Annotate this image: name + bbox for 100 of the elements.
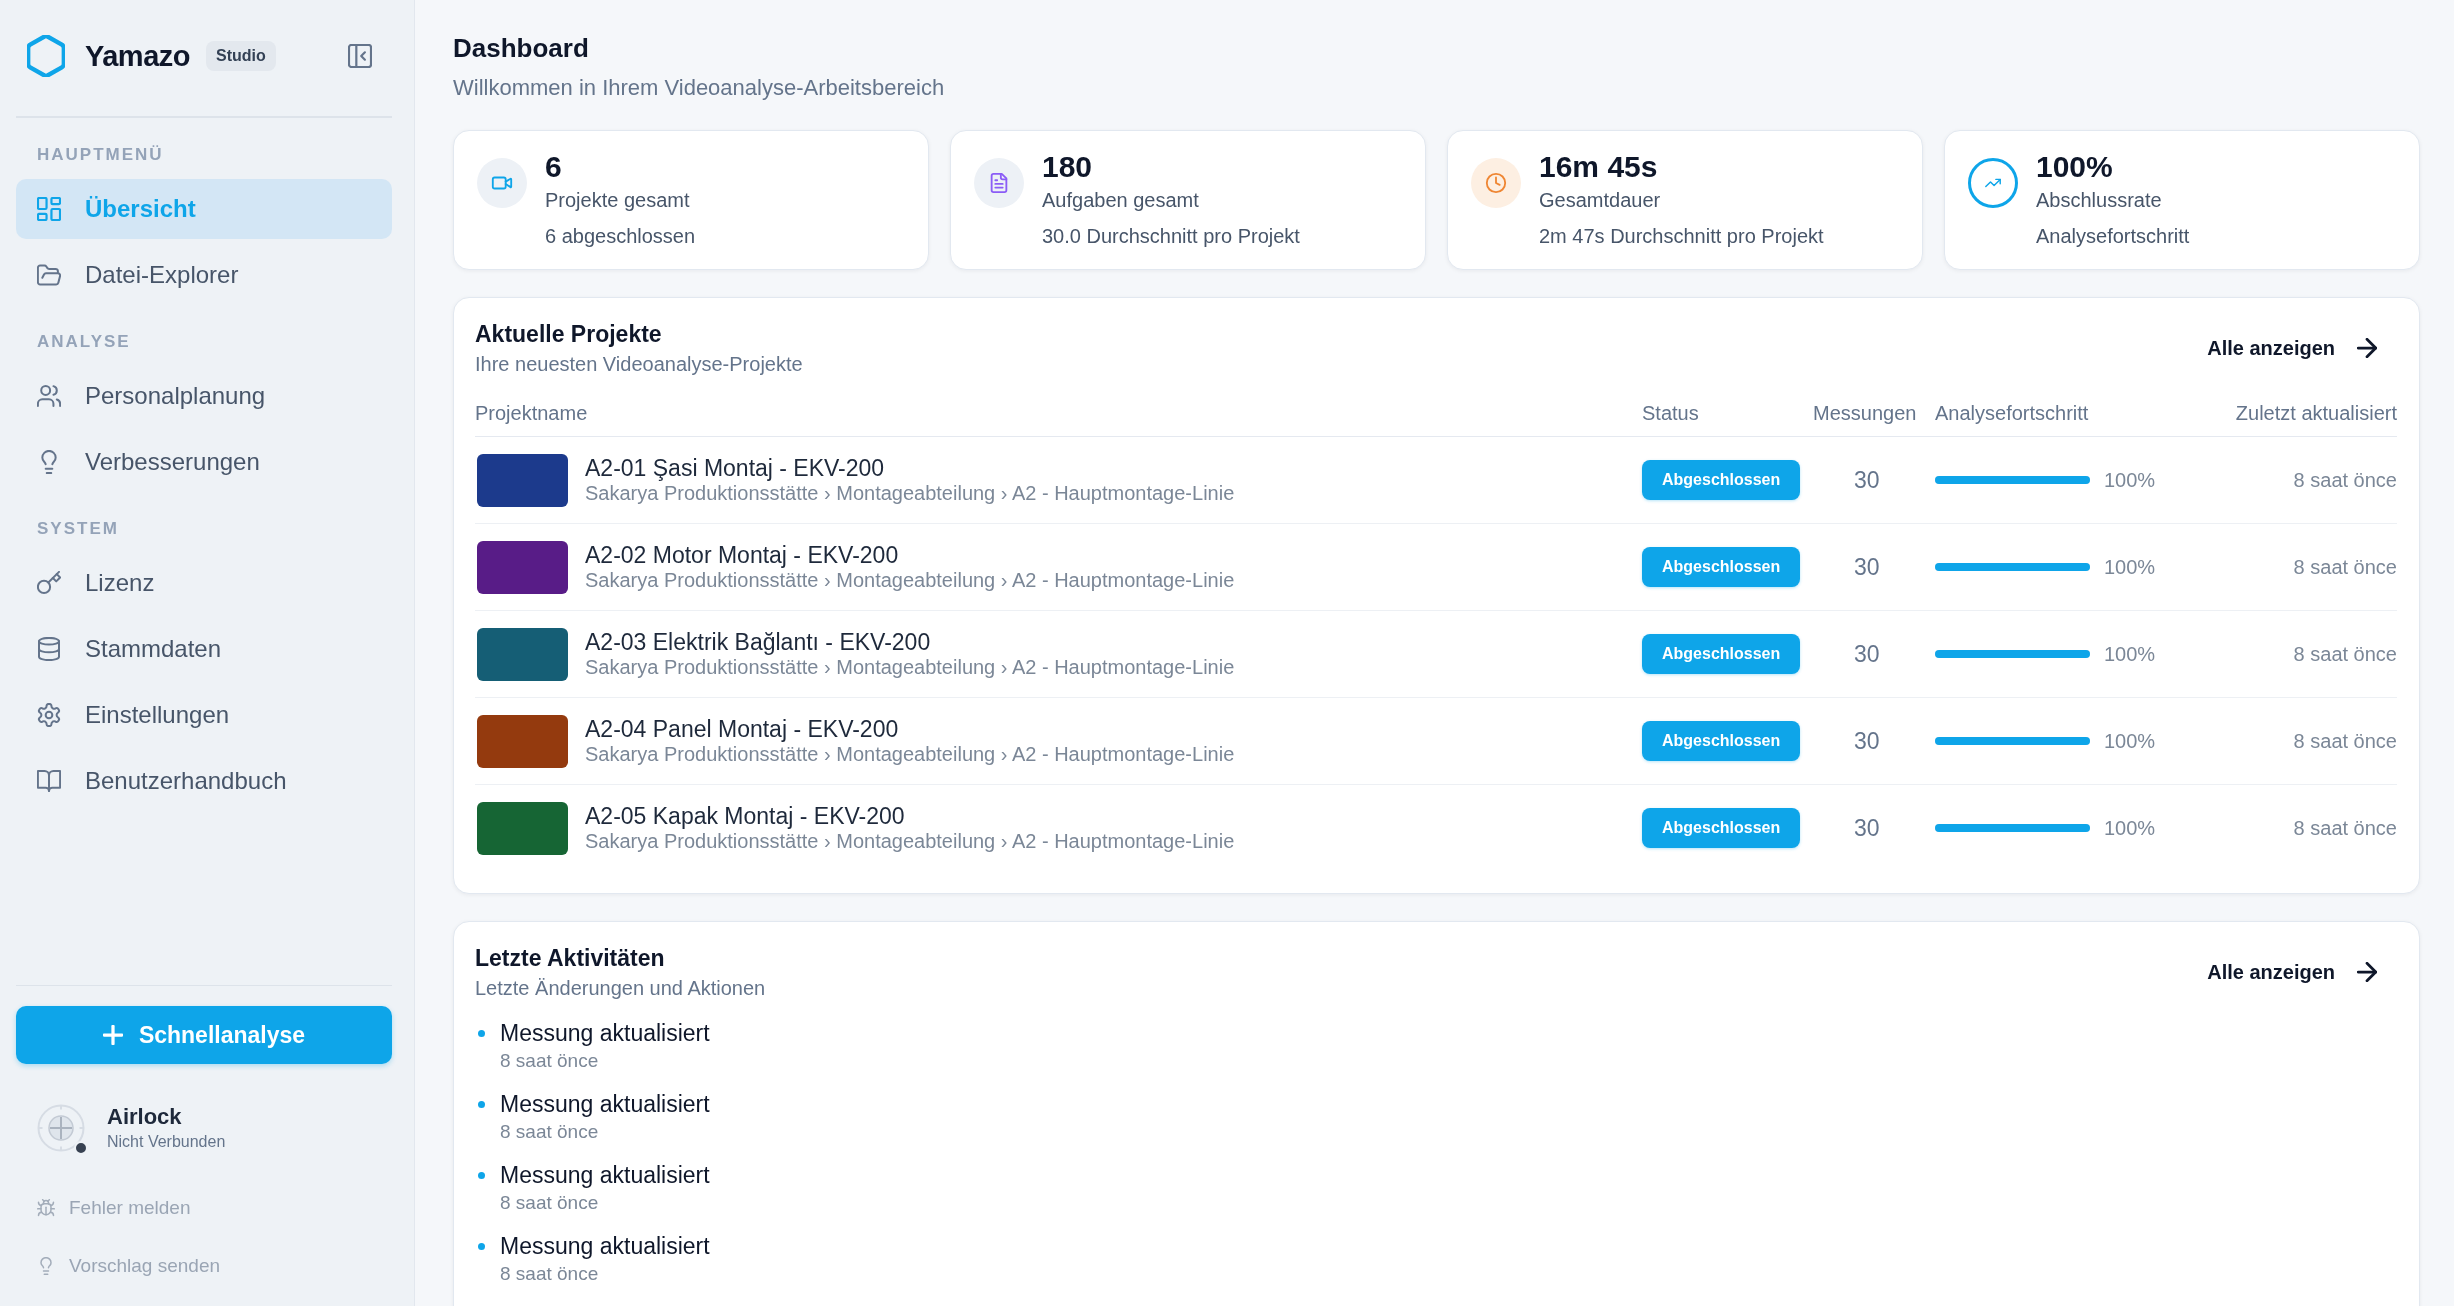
card-title: Aktuelle Projekte (475, 320, 662, 348)
video-camera-icon (477, 158, 527, 208)
bullet-dot-icon (478, 1242, 485, 1250)
column-header: Status (1642, 401, 1699, 425)
database-icon (37, 636, 61, 661)
folder-icon (37, 262, 61, 287)
updated-time: 8 saat önce (2293, 729, 2397, 753)
nav-item[interactable]: Einstellungen (16, 684, 392, 745)
updated-time: 8 saat önce (2293, 642, 2397, 666)
column-header: Zuletzt aktualisiert (2235, 401, 2397, 425)
progress-percent: 100% (2104, 729, 2156, 753)
column-header: Messungen (1813, 401, 1917, 425)
project-name: A2-02 Motor Montaj - EKV-200 (585, 542, 899, 568)
project-name: A2-04 Panel Montaj - EKV-200 (585, 716, 899, 742)
column-header: Projektname (475, 401, 588, 425)
device-name: Airlock (107, 1104, 182, 1130)
view-all-link[interactable]: Alle anzeigen (2187, 326, 2397, 370)
panel-collapse-icon[interactable] (348, 44, 372, 68)
activity-time: 8 saat önce (500, 1120, 599, 1144)
nav-item[interactable]: Verbesserungen (16, 431, 392, 492)
plus-icon (102, 1025, 123, 1045)
progress-percent: 100% (2104, 468, 2156, 492)
arrow-right-icon (2357, 962, 2377, 982)
bullet-dot-icon (478, 1100, 485, 1108)
project-name: A2-01 Şasi Montaj - EKV-200 (585, 455, 885, 481)
card-subtitle: Letzte Änderungen und Aktionen (475, 976, 766, 1000)
updated-time: 8 saat önce (2293, 468, 2397, 492)
nav-item[interactable]: Personalplanung (16, 365, 392, 426)
card-subtitle: Ihre neuesten Videoanalyse-Projekte (475, 352, 803, 376)
nav-item[interactable]: Datei-Explorer (16, 244, 392, 305)
column-header: Analysefortschritt (1935, 401, 2089, 425)
status-badge: Abgeschlossen (1642, 547, 1801, 587)
stat-label: Gesamtdauer (1539, 188, 1661, 212)
bug-icon (37, 1199, 55, 1217)
activity-time: 8 saat önce (500, 1191, 599, 1215)
activity-title: Messung aktualisiert (500, 1232, 710, 1260)
status-badge: Abgeschlossen (1642, 721, 1801, 761)
brand-name: Yamazo (85, 39, 190, 73)
edition-badge: Studio (206, 41, 276, 71)
bullet-dot-icon (478, 1029, 485, 1037)
book-icon (37, 768, 61, 793)
nav-item[interactable]: Lizenz (16, 552, 392, 613)
measurement-count: 30 (1854, 727, 1880, 755)
project-path: Sakarya Produktionsstätte › Montageabteilung › A2 - Hauptmontage-Linie (585, 655, 1235, 679)
stat-value: 16m 45s (1539, 150, 1658, 184)
stat-value: 180 (1042, 150, 1093, 184)
grid-icon (37, 196, 61, 221)
document-icon (974, 158, 1024, 208)
nav-item[interactable]: Benutzerhandbuch (16, 750, 392, 811)
project-path: Sakarya Produktionsstätte › Montageabteilung › A2 - Hauptmontage-Linie (585, 481, 1235, 505)
project-name: A2-03 Elektrik Bağlantı - EKV-200 (585, 629, 931, 655)
key-icon (37, 570, 61, 595)
arrow-right-icon (2357, 338, 2377, 358)
project-path: Sakarya Produktionsstätte › Montageabteilung › A2 - Hauptmontage-Linie (585, 829, 1235, 853)
activity-title: Messung aktualisiert (500, 1019, 710, 1047)
section-label: ANALYSE (36, 330, 131, 353)
view-all-link[interactable]: Alle anzeigen (2187, 950, 2397, 994)
updated-time: 8 saat önce (2293, 555, 2397, 579)
section-label: SYSTEM (36, 517, 119, 540)
trend-up-icon (1968, 158, 2018, 208)
stat-label: Aufgaben gesamt (1042, 188, 1199, 212)
project-path: Sakarya Produktionsstätte › Montageabteilung › A2 - Hauptmontage-Linie (585, 742, 1235, 766)
page-title: Dashboard (453, 32, 589, 64)
bullet-dot-icon (478, 1171, 485, 1179)
progress-percent: 100% (2104, 642, 2156, 666)
lightbulb-icon (37, 1257, 55, 1275)
stat-value: 100% (2036, 150, 2113, 184)
project-name: A2-05 Kapak Montaj - EKV-200 (585, 803, 905, 829)
users-icon (37, 383, 61, 408)
stat-detail: 30.0 Durchschnitt pro Projekt (1042, 224, 1300, 248)
settings-icon (37, 702, 61, 727)
stat-detail: 6 abgeschlossen (545, 224, 696, 248)
progress-percent: 100% (2104, 555, 2156, 579)
updated-time: 8 saat önce (2293, 816, 2397, 840)
stat-label: Projekte gesamt (545, 188, 690, 212)
crosshair-icon (37, 1104, 85, 1152)
activity-time: 8 saat önce (500, 1049, 599, 1073)
stat-label: Abschlussrate (2036, 188, 2162, 212)
measurement-count: 30 (1854, 553, 1880, 581)
connection-status: Nicht Verbunden (107, 1132, 226, 1152)
stat-detail: Analysefortschritt (2036, 224, 2190, 248)
project-path: Sakarya Produktionsstätte › Montageabteilung › A2 - Hauptmontage-Linie (585, 568, 1235, 592)
nav-item[interactable]: Stammdaten (16, 618, 392, 679)
status-badge: Abgeschlossen (1642, 634, 1801, 674)
page-subtitle: Willkommen in Ihrem Videoanalyse-Arbeitsbereich (453, 74, 945, 102)
progress-percent: 100% (2104, 816, 2156, 840)
activity-title: Messung aktualisiert (500, 1090, 710, 1118)
stat-value: 6 (545, 150, 562, 184)
activity-time: 8 saat önce (500, 1262, 599, 1286)
measurement-count: 30 (1854, 640, 1880, 668)
clock-icon (1471, 158, 1521, 208)
section-label: HAUPTMENÜ (36, 143, 164, 166)
hexagon-icon (27, 35, 65, 77)
measurement-count: 30 (1854, 466, 1880, 494)
activity-title: Messung aktualisiert (500, 1161, 710, 1189)
status-badge: Abgeschlossen (1642, 808, 1801, 848)
card-title: Letzte Aktivitäten (475, 944, 665, 972)
status-badge: Abgeschlossen (1642, 460, 1801, 500)
stat-detail: 2m 47s Durchschnitt pro Projekt (1539, 224, 1824, 248)
measurement-count: 30 (1854, 814, 1880, 842)
